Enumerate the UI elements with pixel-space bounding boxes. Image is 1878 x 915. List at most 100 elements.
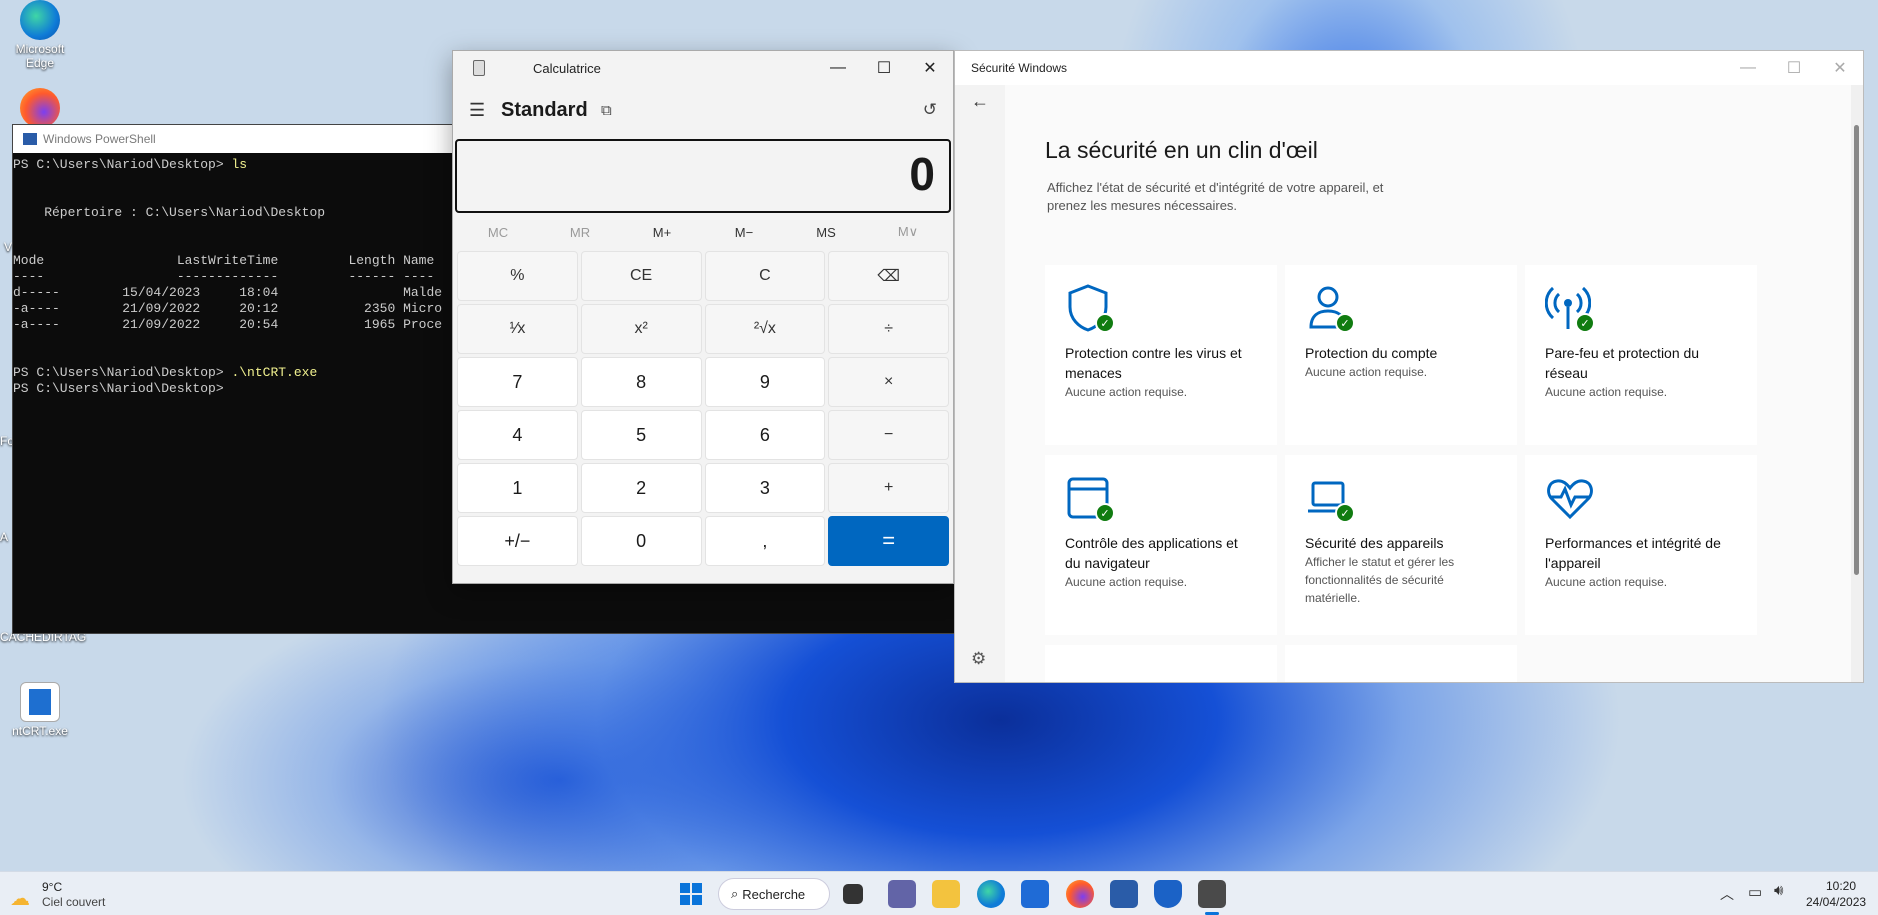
powershell-icon[interactable] xyxy=(1110,880,1138,908)
memory-store-button[interactable]: MS xyxy=(785,225,867,240)
clock-date[interactable]: 24/04/2023 xyxy=(1806,895,1866,909)
digit-9-button[interactable]: 9 xyxy=(704,357,826,407)
desktop-icon-label: ntCRT.exe xyxy=(12,724,68,738)
digit-1-button[interactable]: 1 xyxy=(457,463,578,513)
weather-desc: Ciel couvert xyxy=(42,895,106,909)
security-window[interactable]: Sécurité Windows — ☐ ✕ ← ⚙ La sécurité e… xyxy=(954,50,1864,683)
page-title: La sécurité en un clin d'œil xyxy=(1045,137,1318,163)
close-button[interactable]: ✕ xyxy=(907,51,953,85)
security-tile[interactable]: Performances et intégrité de l'appareil A… xyxy=(1525,455,1757,635)
scrollbar[interactable] xyxy=(1851,85,1863,682)
security-tile[interactable]: ✓ Pare-feu et protection du réseau Aucune … xyxy=(1525,265,1757,445)
maximize-button[interactable]: ☐ xyxy=(1771,51,1817,85)
keypad: % CE C ⌫ ¹⁄x x² ²√x ÷ 7 8 9 × 4 5 6− 1 2 3 + +/− 0, = xyxy=(457,251,949,566)
teams-icon[interactable] xyxy=(888,880,916,908)
history-icon[interactable]: ↺ xyxy=(923,100,937,120)
weather-widget[interactable]: ☁ 9°C Ciel couvert xyxy=(10,878,120,910)
desktop-icon-ntcrt[interactable]: ntCRT.exe xyxy=(0,682,80,738)
tile-status: Aucune action requise. xyxy=(1545,385,1668,399)
antenna-icon: ✓ xyxy=(1544,283,1595,333)
scrollbar-thumb[interactable] xyxy=(1854,125,1859,575)
security-tile[interactable] xyxy=(1285,645,1517,682)
window-title: Windows PowerShell xyxy=(43,132,156,146)
digit-5-button[interactable]: 5 xyxy=(580,410,702,460)
tile-title: Pare-feu et protection du réseau xyxy=(1545,345,1700,381)
maximize-button[interactable]: ☐ xyxy=(861,51,907,85)
negate-button[interactable]: +/− xyxy=(457,516,578,566)
gear-icon[interactable]: ⚙ xyxy=(971,649,986,669)
laptop-icon: ✓ xyxy=(1305,473,1355,523)
equals-button[interactable]: = xyxy=(828,516,949,566)
memory-clear-button[interactable]: MC xyxy=(457,225,539,240)
chevron-up-icon[interactable]: ︿ xyxy=(1720,884,1734,904)
multiply-button[interactable]: × xyxy=(828,357,949,407)
network-icon[interactable]: ▭ xyxy=(1748,883,1762,901)
cloud-icon: ☁ xyxy=(10,888,30,910)
check-badge-icon: ✓ xyxy=(1095,313,1115,333)
memory-subtract-button[interactable]: M− xyxy=(703,225,785,240)
digit-0-button[interactable]: 0 xyxy=(580,516,702,566)
tile-status: Aucune action requise. xyxy=(1065,575,1188,589)
security-tile[interactable]: ✓ Protection contre les virus et menaces A… xyxy=(1045,265,1277,445)
backspace-button[interactable]: ⌫ xyxy=(828,251,949,301)
security-titlebar[interactable]: Sécurité Windows — ☐ ✕ xyxy=(955,51,1863,85)
security-tile[interactable]: ✓ Contrôle des applications et du navigat… xyxy=(1045,455,1277,635)
minimize-button[interactable]: — xyxy=(1725,51,1771,85)
security-tile[interactable] xyxy=(1045,645,1277,682)
calculator-icon xyxy=(473,60,485,76)
menu-icon[interactable]: ☰ xyxy=(469,100,485,121)
edge-icon[interactable] xyxy=(977,880,1005,908)
memory-list-button[interactable]: M∨ xyxy=(867,224,949,240)
security-content: La sécurité en un clin d'œil Affichez l'… xyxy=(1005,85,1863,682)
subtract-button[interactable]: − xyxy=(828,410,949,460)
search-box[interactable]: ⌕ Recherche xyxy=(718,878,830,910)
digit-2-button[interactable]: 2 xyxy=(580,463,702,513)
browser-icon: ✓ xyxy=(1065,473,1115,523)
store-icon[interactable] xyxy=(1021,880,1049,908)
add-button[interactable]: + xyxy=(828,463,949,513)
file-explorer-icon[interactable] xyxy=(932,880,960,908)
digit-7-button[interactable]: 7 xyxy=(457,357,578,407)
square-button[interactable]: x² xyxy=(580,304,702,354)
digit-6-button[interactable]: 6 xyxy=(704,410,826,460)
security-sidebar: ← ⚙ xyxy=(955,85,1005,682)
desktop-icon-edge[interactable]: Microsoft Edge xyxy=(0,0,80,70)
clear-entry-button[interactable]: CE xyxy=(580,251,702,301)
calculator-icon[interactable] xyxy=(1198,880,1226,908)
security-tile[interactable]: ✓ Protection du compte Aucune action requi… xyxy=(1285,265,1517,445)
firefox-icon[interactable] xyxy=(1066,880,1094,908)
decimal-button[interactable]: , xyxy=(704,516,826,566)
close-button[interactable]: ✕ xyxy=(1817,51,1863,85)
task-view-icon[interactable] xyxy=(843,884,863,904)
calculator-titlebar[interactable]: Calculatrice — ☐ ✕ xyxy=(453,51,953,85)
tile-status: Afficher le statut et gérer les fonction… xyxy=(1305,555,1455,605)
back-arrow-icon[interactable]: ← xyxy=(971,91,989,112)
check-badge-icon: ✓ xyxy=(1335,313,1355,333)
minimize-button[interactable]: — xyxy=(815,51,861,85)
start-icon[interactable] xyxy=(677,880,705,908)
tile-status: Aucune action requise. xyxy=(1065,385,1188,399)
square-root-button[interactable]: ²√x xyxy=(704,304,826,354)
tile-title: Contrôle des applications et du navigate… xyxy=(1065,535,1238,571)
divide-button[interactable]: ÷ xyxy=(828,304,949,354)
digit-4-button[interactable]: 4 xyxy=(457,410,578,460)
calculator-window[interactable]: Calculatrice — ☐ ✕ ☰ Standard ⧉ ↺ 0 MC M… xyxy=(452,50,954,584)
calculator-display: 0 xyxy=(455,139,951,213)
memory-recall-button[interactable]: MR xyxy=(539,225,621,240)
security-shield-icon[interactable] xyxy=(1154,880,1182,908)
clear-button[interactable]: C xyxy=(704,251,826,301)
memory-add-button[interactable]: M+ xyxy=(621,225,703,240)
reciprocal-button[interactable]: ¹⁄x xyxy=(457,304,578,354)
digit-3-button[interactable]: 3 xyxy=(704,463,826,513)
firefox-icon[interactable] xyxy=(20,88,60,128)
desktop-partial-label: A xyxy=(0,530,9,544)
digit-8-button[interactable]: 8 xyxy=(580,357,702,407)
percent-button[interactable]: % xyxy=(457,251,578,301)
volume-icon[interactable]: 🔊︎ xyxy=(1774,882,1783,899)
shield-icon: ✓ xyxy=(1065,283,1115,333)
weather-temp: 9°C xyxy=(42,880,63,894)
keep-on-top-icon[interactable]: ⧉ xyxy=(601,102,612,119)
security-tile[interactable]: ✓ Sécurité des appareils Afficher le statu… xyxy=(1285,455,1517,635)
check-badge-icon: ✓ xyxy=(1095,503,1115,523)
clock-time[interactable]: 10:20 xyxy=(1826,879,1856,893)
